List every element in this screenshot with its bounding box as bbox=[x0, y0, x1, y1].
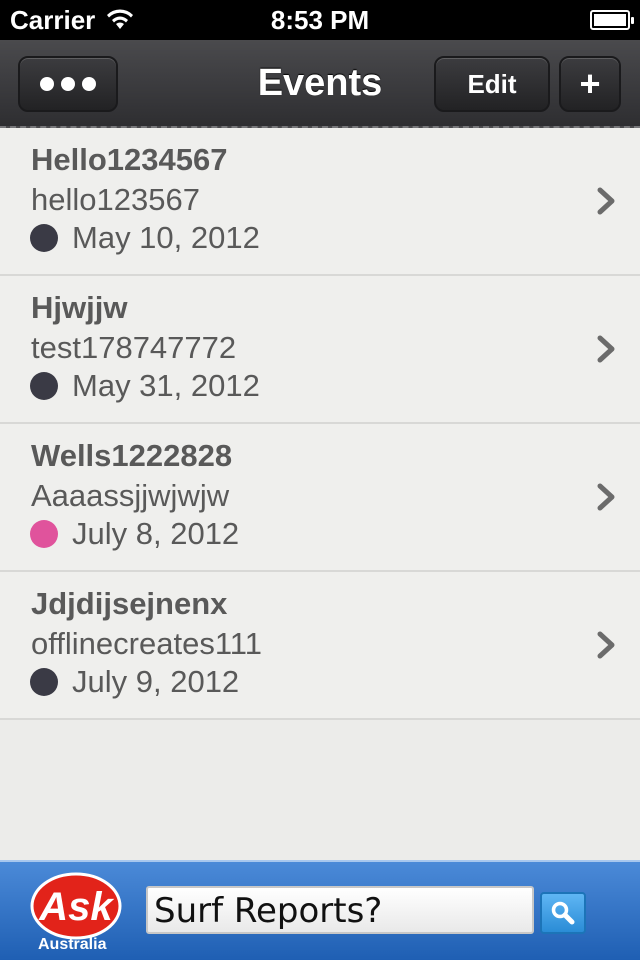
event-title: Hello1234567 bbox=[31, 142, 228, 177]
event-subtitle: test178747772 bbox=[31, 330, 237, 365]
event-date: July 9, 2012 bbox=[72, 664, 240, 699]
event-date: May 10, 2012 bbox=[72, 220, 260, 255]
event-color-dot bbox=[30, 224, 58, 252]
event-subtitle: hello123567 bbox=[31, 182, 200, 217]
ad-banner[interactable]: Ask Australia Surf Reports? bbox=[0, 860, 640, 960]
more-dots-icon bbox=[82, 77, 96, 91]
event-row[interactable]: Hello1234567 hello123567 May 10, 2012 bbox=[0, 128, 640, 276]
ask-brand-text: Ask bbox=[38, 885, 114, 929]
carrier-label: Carrier bbox=[10, 4, 96, 35]
event-color-dot bbox=[30, 668, 58, 696]
more-dots-icon bbox=[40, 77, 54, 91]
chevron-right-icon bbox=[597, 631, 615, 659]
event-title: Wells1222828 bbox=[31, 438, 233, 473]
event-subtitle: Aaaassjjwjwjw bbox=[31, 478, 230, 513]
add-event-button[interactable]: + bbox=[559, 56, 621, 112]
chevron-right-icon bbox=[597, 483, 615, 511]
events-list: Hello1234567 hello123567 May 10, 2012 Hj… bbox=[0, 128, 640, 720]
event-subtitle: offlinecreates111 bbox=[31, 626, 262, 661]
event-date: July 8, 2012 bbox=[72, 516, 240, 551]
event-row[interactable]: Wells1222828 Aaaassjjwjwjw July 8, 2012 bbox=[0, 424, 640, 572]
event-color-dot bbox=[30, 372, 58, 400]
event-title: Jdjdijsejnenx bbox=[31, 586, 228, 621]
magnifier-icon bbox=[551, 901, 575, 925]
ask-region-label: Australia bbox=[38, 936, 107, 953]
event-row[interactable]: Jdjdijsejnenx offlinecreates111 July 9, … bbox=[0, 572, 640, 720]
wifi-icon bbox=[107, 9, 134, 29]
battery-icon bbox=[590, 10, 634, 30]
status-bar: Carrier 8:53 PM bbox=[0, 0, 640, 40]
ask-logo: Ask bbox=[30, 872, 122, 940]
ad-search-input[interactable]: Surf Reports? bbox=[146, 886, 534, 934]
event-color-dot bbox=[30, 520, 58, 548]
event-row[interactable]: Hjwjjw test178747772 May 31, 2012 bbox=[0, 276, 640, 424]
event-date: May 31, 2012 bbox=[72, 368, 260, 403]
navigation-bar: Events Edit + bbox=[0, 40, 640, 128]
more-options-button[interactable] bbox=[18, 56, 118, 112]
more-dots-icon bbox=[61, 77, 75, 91]
edit-button[interactable]: Edit bbox=[434, 56, 550, 112]
ad-search-button[interactable] bbox=[540, 892, 586, 934]
chevron-right-icon bbox=[597, 187, 615, 215]
event-title: Hjwjjw bbox=[31, 290, 128, 325]
chevron-right-icon bbox=[597, 335, 615, 363]
